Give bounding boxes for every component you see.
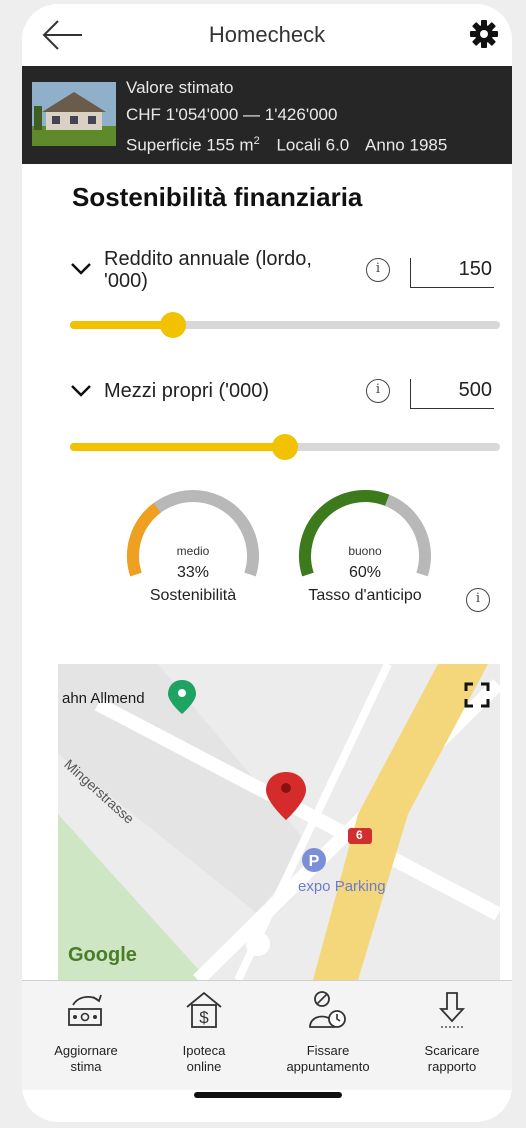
mortgage-house-icon: $ — [186, 991, 222, 1028]
down-payment-percent: 60% — [348, 564, 382, 581]
equity-info-icon[interactable]: i — [366, 379, 390, 403]
rooms-label: Locali — [276, 135, 321, 155]
online-mortgage-button[interactable]: $ Ipoteca online — [144, 981, 264, 1091]
down-payment-gauge: buono 60% Tasso d'anticipo — [290, 484, 440, 624]
map-route-badge: 6 — [356, 828, 363, 842]
surface-value: 155 m — [206, 135, 254, 155]
home-indicator[interactable] — [194, 1092, 342, 1098]
top-bar: Homecheck — [22, 4, 512, 66]
download-report-label: Scaricare rapporto — [424, 1043, 480, 1074]
income-label: Reddito annuale (lordo, '000) — [104, 248, 312, 292]
map-parking-label: expo Parking — [298, 878, 386, 895]
update-estimate-button[interactable]: Aggiornare stima — [26, 981, 146, 1091]
income-label-line1: Reddito annuale (lordo, — [104, 248, 312, 270]
google-logo-text: Google — [68, 944, 137, 966]
equity-value-field[interactable]: 500 — [410, 379, 494, 409]
google-logo: Google — [68, 944, 137, 967]
update-estimate-label: Aggiornare stima — [54, 1043, 118, 1074]
down-payment-rating: buono — [348, 544, 382, 558]
equity-slider[interactable] — [70, 434, 500, 460]
estimate-label: Valore stimato — [126, 78, 234, 97]
equity-slider-thumb[interactable] — [272, 434, 298, 460]
gauges-info-icon[interactable]: i — [466, 588, 490, 612]
fullscreen-icon[interactable] — [464, 682, 490, 708]
estimate-range: CHF 1'054'000 — 1'426'000 — [126, 105, 338, 124]
equity-label: Mezzi propri ('000) — [104, 380, 269, 402]
refresh-estimate-icon — [68, 994, 102, 1026]
map-place-label: ahn Allmend — [62, 690, 145, 707]
svg-text:$: $ — [199, 1008, 209, 1027]
download-report-button[interactable]: Scaricare rapporto — [392, 981, 512, 1091]
appointment-icon — [309, 991, 346, 1028]
section-title: Sostenibilità finanziaria — [72, 182, 363, 212]
income-chevron-down-icon[interactable] — [70, 262, 92, 276]
svg-text:P: P — [309, 853, 320, 870]
property-summary: Valore stimato CHF 1'054'000 — 1'426'000… — [22, 66, 512, 164]
income-slider-thumb[interactable] — [160, 312, 187, 338]
income-slider[interactable] — [70, 312, 500, 338]
sustainability-label: Sostenibilità — [149, 587, 237, 604]
income-value-field[interactable]: 150 — [410, 258, 494, 288]
sustainability-percent: 33% — [176, 564, 210, 581]
year-label: Anno — [365, 135, 405, 155]
bottom-navigation: Aggiornare stima $ Ipoteca online Fissar… — [22, 980, 512, 1090]
sustainability-rating: medio — [176, 544, 210, 558]
book-appointment-label: Fissare appuntamento — [286, 1043, 370, 1074]
sustainability-gauge: medio 33% Sostenibilità — [118, 484, 268, 624]
year-value: 1985 — [409, 135, 448, 155]
property-details: Superficie 155 m2 Locali 6.0 Anno 1985 — [126, 128, 447, 159]
surface-unit-exponent: 2 — [253, 135, 260, 147]
book-appointment-button[interactable]: Fissare appuntamento — [268, 981, 388, 1091]
online-mortgage-label: Ipoteca online — [182, 1043, 226, 1074]
rooms-value: 6.0 — [325, 135, 350, 155]
income-info-icon[interactable]: i — [366, 258, 390, 282]
house-photo — [32, 82, 116, 146]
down-payment-label: Tasso d'anticipo — [308, 587, 422, 604]
gear-icon[interactable] — [468, 18, 500, 50]
equity-chevron-down-icon[interactable] — [70, 384, 92, 398]
download-icon — [438, 992, 466, 1028]
surface-label: Superficie — [126, 135, 202, 155]
app-title: Homecheck — [208, 22, 326, 47]
app-screen: Homecheck Valore stimato CHF 1'054'000 —… — [22, 4, 512, 1122]
income-label-line2: '000) — [104, 270, 148, 292]
map-view[interactable]: P ahn Allmend Mingerstrasse expo Parking… — [58, 664, 500, 980]
income-slider-fill — [70, 321, 174, 329]
equity-slider-fill — [70, 443, 285, 451]
